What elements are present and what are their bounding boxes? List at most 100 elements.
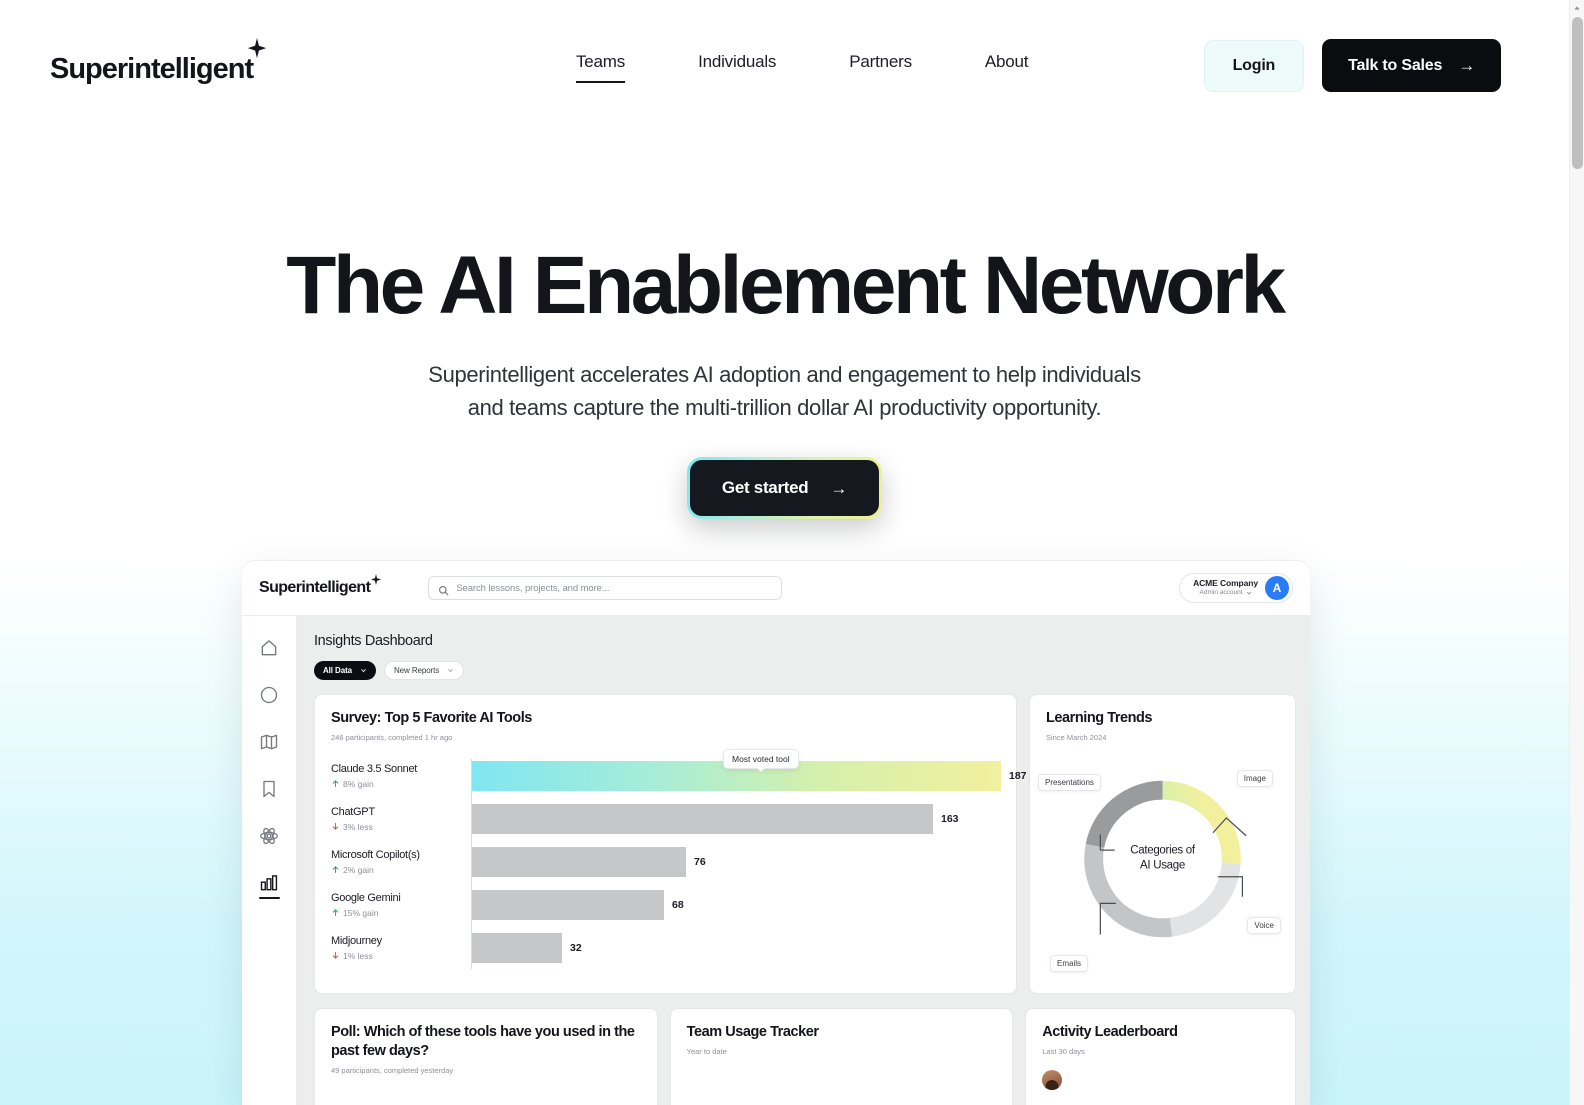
bar-delta-text: 3% less — [343, 821, 373, 832]
talk-to-sales-button[interactable]: Talk to Sales → — [1322, 39, 1501, 92]
survey-bar-chart: Most voted tool Claude 3.5 Sonnet 8% gain… — [331, 748, 1027, 969]
bar-rows: Claude 3.5 Sonnet 8% gain 187 ChatGPT 3% les… — [331, 759, 1027, 965]
active-indicator — [258, 897, 280, 899]
bar-label: Claude 3.5 Sonnet 8% gain — [331, 763, 471, 789]
donut-center-line-2: AI Usage — [1140, 859, 1185, 872]
app-sidebar — [242, 616, 297, 1105]
donut-center-label: Categories of AI Usage — [1130, 843, 1195, 874]
bar-delta: 2% gain — [331, 865, 461, 875]
leaderboard-row — [1042, 1069, 1279, 1090]
poll-card: Poll: Which of these tools have you used… — [314, 1008, 658, 1105]
bar-track: 76 — [471, 846, 1000, 877]
trends-subtitle: Since March 2024 — [1046, 732, 1107, 742]
search-input[interactable]: Search lessons, projects, and more... — [428, 576, 783, 600]
bar-row: Microsoft Copilot(s) 2% gain 76 — [331, 845, 1000, 879]
survey-subtitle: 246 participants, completed 1 hr ago — [331, 732, 453, 742]
filter-all-data-label: All Data — [323, 666, 352, 675]
arrow-right-icon: → — [830, 478, 848, 498]
hero-subtitle-line-2: and teams capture the multi-trillion dol… — [467, 394, 1102, 420]
account-role-label: Admin account — [1199, 589, 1243, 597]
bar-category-name: Claude 3.5 Sonnet — [331, 762, 418, 775]
site-header: Superintelligent Teams Individuals Partn… — [0, 0, 1569, 132]
nav-item-individuals[interactable]: Individuals — [698, 52, 776, 83]
bar-row: ChatGPT 3% less 163 — [331, 802, 1000, 836]
page-title: The AI Enablement Network — [286, 240, 1286, 331]
bookmark-icon[interactable] — [259, 779, 279, 799]
app-brand-logo-text: Superintelligent — [259, 579, 371, 596]
main-nav: Teams Individuals Partners About — [576, 52, 1029, 83]
nav-item-about[interactable]: About — [985, 52, 1029, 83]
header-actions: Login Talk to Sales → — [1203, 39, 1501, 92]
page-scrollbar[interactable] — [1569, 0, 1584, 1105]
poll-title: Poll: Which of these tools have you used… — [331, 1024, 635, 1059]
app-brand-logo[interactable]: Superintelligent — [259, 574, 382, 597]
bar-value: 187 — [1009, 769, 1027, 782]
bar-chart-icon — [259, 873, 279, 893]
dashboard-filters: All Data New Reports — [314, 661, 1296, 680]
page-root: Superintelligent Teams Individuals Partn… — [0, 0, 1569, 1105]
scrollbar-thumb[interactable] — [1572, 17, 1583, 169]
cta-wrap: Get started → — [0, 457, 1569, 520]
bar-fill — [471, 932, 562, 963]
book-icon[interactable] — [259, 732, 279, 752]
bar-value: 76 — [694, 855, 706, 868]
filter-new-reports-label: New Reports — [394, 666, 440, 675]
bar-delta-text: 15% gain — [343, 907, 379, 918]
bar-row: Midjourney 1% less 32 — [331, 931, 1000, 965]
get-started-button[interactable]: Get started → — [689, 460, 880, 517]
brand-logo[interactable]: Superintelligent — [50, 37, 267, 85]
bar-row: Google Gemini 15% gain 68 — [331, 888, 1000, 922]
nav-item-partners[interactable]: Partners — [849, 52, 912, 83]
app-topbar: Superintelligent Search lessons, project… — [242, 561, 1310, 616]
chevron-down-icon — [361, 669, 366, 673]
survey-title: Survey: Top 5 Favorite AI Tools — [331, 710, 532, 726]
bar-value: 68 — [672, 898, 684, 911]
survey-card: Survey: Top 5 Favorite AI Tools 246 part… — [314, 694, 1027, 994]
donut-label-voice: Voice — [1247, 916, 1281, 934]
filter-new-reports[interactable]: New Reports — [384, 661, 465, 680]
sparkle-icon — [370, 573, 382, 585]
account-chip[interactable]: ACME Company Admin account A — [1179, 573, 1293, 603]
learning-trends-card: Learning Trends Since March 2024 Categor… — [1029, 694, 1296, 994]
chart-axis — [471, 758, 472, 969]
bar-fill — [471, 803, 933, 834]
account-role: Admin account — [1200, 589, 1252, 596]
bar-category-name: Midjourney — [331, 934, 382, 947]
chevron-down-icon — [1246, 591, 1251, 595]
get-started-label: Get started — [721, 478, 809, 498]
filter-all-data[interactable]: All Data — [314, 661, 376, 680]
bar-delta: 1% less — [331, 951, 461, 961]
donut-label-image: Image — [1236, 769, 1273, 787]
login-button[interactable]: Login — [1203, 39, 1305, 92]
sidebar-item-insights[interactable] — [258, 873, 280, 899]
bar-label: Google Gemini 15% gain — [331, 892, 471, 918]
search-icon — [438, 583, 449, 595]
donut-label-presentations: Presentations — [1038, 773, 1101, 791]
atom-icon[interactable] — [259, 826, 279, 846]
team-usage-card: Team Usage Tracker Year to date — [669, 1008, 1014, 1105]
bar-track: 163 — [471, 803, 1000, 834]
home-icon[interactable] — [259, 638, 279, 658]
bar-category-name: Google Gemini — [331, 891, 401, 904]
scroll-up-arrow-icon[interactable] — [1570, 0, 1584, 15]
search-placeholder: Search lessons, projects, and more... — [456, 582, 610, 594]
nav-item-teams[interactable]: Teams — [576, 52, 625, 83]
brand-logo-text: Superintelligent — [50, 52, 254, 85]
app-body: Insights Dashboard All Data New Reports — [242, 616, 1310, 1105]
cta-glow-border: Get started → — [686, 457, 883, 520]
donut-chart: Categories of AI Usage Image Voice Email… — [1038, 748, 1281, 972]
bar-delta: 3% less — [331, 822, 461, 832]
donut-center-line-1: Categories of — [1130, 844, 1195, 857]
bar-label: Midjourney 1% less — [331, 935, 471, 961]
bar-label: ChatGPT 3% less — [331, 806, 471, 832]
bar-delta-text: 8% gain — [343, 778, 374, 789]
bar-delta: 15% gain — [331, 908, 461, 918]
bar-track: 32 — [471, 932, 1000, 963]
bar-value: 32 — [570, 941, 582, 954]
hero-subtitle: Superintelligent accelerates AI adoption… — [0, 359, 1569, 424]
leaderboard-subtitle: Last 30 days — [1042, 1046, 1085, 1056]
bar-delta: 8% gain — [331, 779, 461, 789]
activity-leaderboard-card: Activity Leaderboard Last 30 days — [1025, 1008, 1296, 1105]
compass-icon[interactable] — [259, 685, 279, 705]
bar-value: 163 — [941, 812, 959, 825]
